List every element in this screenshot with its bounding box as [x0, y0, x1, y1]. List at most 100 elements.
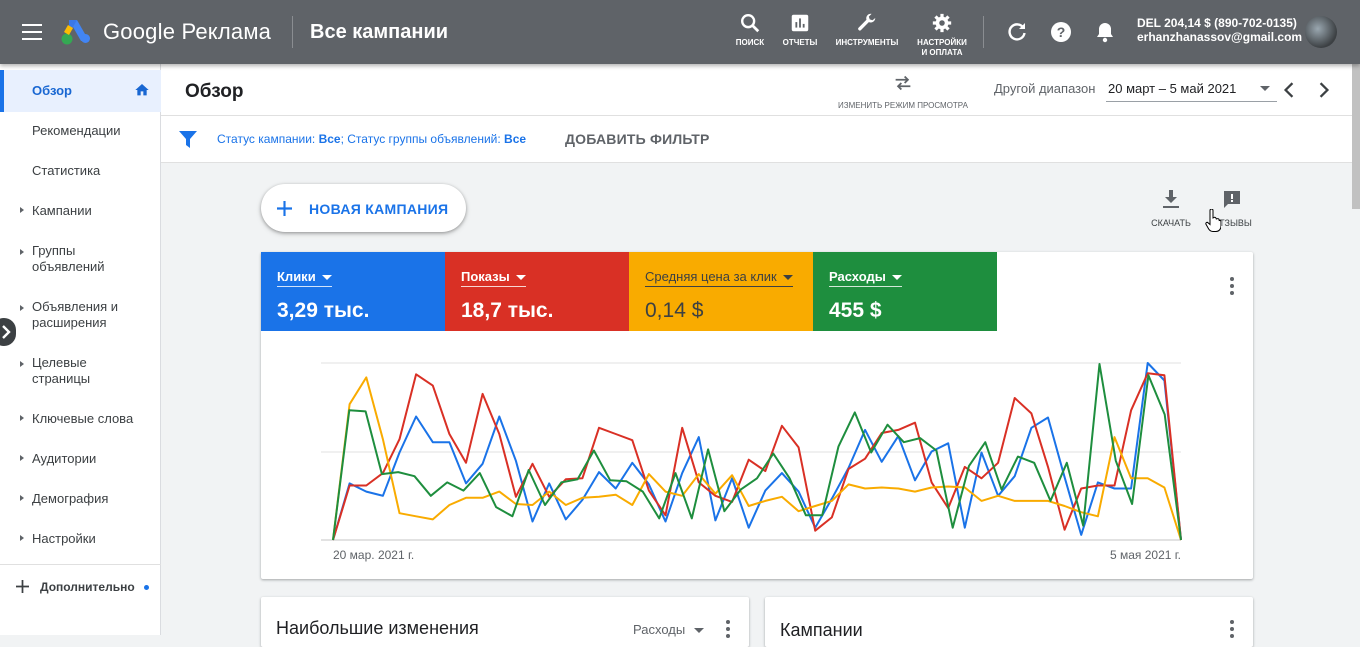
scrollbar[interactable]: [1352, 64, 1360, 635]
notifications-bell-icon[interactable]: [1093, 20, 1117, 44]
metric-tile-cost[interactable]: Расходы 455 $: [813, 252, 997, 331]
svg-text:?: ?: [1057, 24, 1066, 40]
wrench-icon: [858, 13, 876, 31]
search-label: ПОИСК: [735, 38, 765, 47]
chevron-right-icon: [2, 325, 11, 339]
sidebar-item-audiences[interactable]: Аудитории: [0, 451, 161, 467]
new-campaign-label: НОВАЯ КАМПАНИЯ: [309, 201, 449, 217]
series-line-2: [332, 376, 1182, 541]
filter-icon[interactable]: [179, 131, 197, 148]
metric-name[interactable]: Показы: [461, 269, 526, 287]
divider: [0, 564, 161, 565]
sidebar-item-label: Настройки: [32, 531, 96, 546]
x-axis-end-label: 5 мая 2021 г.: [1110, 548, 1181, 562]
search-button[interactable]: ПОИСК: [730, 12, 770, 48]
tools-button[interactable]: ИНСТРУМЕНТЫ: [833, 12, 901, 48]
help-icon[interactable]: ?: [1049, 20, 1073, 44]
sidebar-item-overview[interactable]: Обзор: [0, 70, 161, 112]
filter-label-adgroup-status: ; Статус группы объявлений:: [340, 132, 505, 146]
expand-arrow-icon: [20, 361, 24, 367]
settings-label-2: И ОПЛАТА: [921, 48, 963, 57]
download-button[interactable]: СКАЧАТЬ: [1149, 190, 1193, 228]
expand-arrow-icon: [20, 207, 24, 213]
campaigns-card: Кампании: [765, 597, 1253, 647]
active-indicator: [0, 70, 4, 112]
settings-label-1: НАСТРОЙКИ: [917, 38, 967, 47]
card-title: Кампании: [780, 620, 863, 640]
performance-line-chart: 20 мар. 2021 г. 5 мая 2021 г.: [321, 362, 1182, 562]
plus-icon: [16, 580, 29, 593]
sidebar-item-label: Дополнительно: [40, 580, 135, 594]
sidebar-item-label: Группы объявлений: [32, 243, 105, 274]
mouse-pointer-hand-icon: [1205, 209, 1221, 232]
account-email: erhanzhanassov@gmail.com: [1137, 30, 1303, 44]
overview-title: Обзор: [185, 81, 244, 102]
home-icon: [135, 84, 149, 96]
reports-icon: [791, 14, 809, 32]
filter-value: Все: [318, 132, 341, 146]
reports-button[interactable]: ОТЧЕТЫ: [780, 12, 820, 48]
metric-value: 455 $: [829, 299, 882, 322]
swap-view-icon: [895, 75, 911, 91]
divider: [292, 16, 293, 48]
account-info[interactable]: DEL 204,14 $ (890-702-0135) erhanzhanass…: [1137, 16, 1302, 44]
dropdown-arrow-icon: [321, 275, 332, 281]
metric-tile-impressions[interactable]: Показы 18,7 тыс.: [445, 252, 629, 331]
sidebar-item-landing-pages[interactable]: Целевые страницы: [0, 355, 161, 387]
metric-name[interactable]: Расходы: [829, 269, 902, 287]
avatar[interactable]: [1305, 16, 1337, 48]
menu-icon[interactable]: [22, 24, 42, 40]
sidebar-item-label: Обзор: [32, 83, 72, 98]
sidebar-item-settings[interactable]: Настройки: [0, 531, 161, 547]
metric-name[interactable]: Клики: [277, 269, 332, 287]
sidebar-item-ad-groups[interactable]: Группы объявлений: [0, 243, 161, 275]
sidebar-item-ads-extensions[interactable]: Объявления и расширения: [0, 299, 161, 331]
tools-label: ИНСТРУМЕНТЫ: [835, 38, 899, 47]
sidebar-item-statistics[interactable]: Статистика: [0, 163, 161, 179]
top-app-bar: Google Реклама Все кампании ПОИСК ОТЧЕТЫ…: [0, 0, 1360, 64]
active-filter[interactable]: Статус кампании: Все; Статус группы объя…: [217, 132, 526, 146]
metric-tile-avg-cpc[interactable]: Средняя цена за клик 0,14 $: [629, 252, 813, 331]
range-label: Другой диапазон: [994, 81, 1096, 96]
sidebar-item-keywords[interactable]: Ключевые слова: [0, 411, 161, 427]
change-view-mode-button[interactable]: ИЗМЕНИТЬ РЕЖИМ ПРОСМОТРА: [833, 74, 973, 110]
sidebar-nav: Обзор Рекомендации Статистика Кампании Г…: [0, 64, 161, 635]
page-title: Все кампании: [310, 21, 449, 43]
chevron-left-icon[interactable]: [1282, 82, 1296, 98]
expand-arrow-icon: [20, 305, 24, 311]
feedback-icon: [1224, 191, 1240, 208]
metric-tile-clicks[interactable]: Клики 3,29 тыс.: [261, 252, 445, 331]
scrollbar-thumb[interactable]: [1352, 64, 1360, 209]
metric-value: 18,7 тыс.: [461, 299, 554, 322]
metric-value: 0,14 $: [645, 299, 704, 322]
settings-billing-button[interactable]: НАСТРОЙКИ И ОПЛАТА: [912, 12, 972, 58]
sidebar-item-recommendations[interactable]: Рекомендации: [0, 123, 161, 139]
chevron-right-icon[interactable]: [1317, 82, 1331, 98]
expand-arrow-icon: [20, 249, 24, 255]
date-range-select[interactable]: 20 март – 5 май 2021: [1106, 76, 1277, 102]
add-filter-button[interactable]: ДОБАВИТЬ ФИЛЬТР: [565, 131, 710, 147]
more-options-icon[interactable]: [1230, 620, 1234, 641]
reports-label: ОТЧЕТЫ: [782, 38, 818, 47]
card-title: Наибольшие изменения: [276, 618, 479, 638]
x-axis-start-label: 20 мар. 2021 г.: [333, 548, 414, 562]
more-options-icon[interactable]: [1230, 277, 1234, 298]
plus-icon: [277, 201, 292, 216]
metric-name[interactable]: Средняя цена за клик: [645, 269, 793, 287]
sidebar-item-more[interactable]: Дополнительно: [0, 579, 161, 595]
google-ads-logo-icon[interactable]: [60, 17, 94, 45]
sidebar-item-demographics[interactable]: Демография: [0, 491, 161, 507]
biggest-changes-card: Наибольшие изменения Расходы: [261, 597, 749, 647]
series-line-1: [332, 372, 1182, 541]
sidebar-item-label: Рекомендации: [32, 123, 121, 138]
filter-bar: Статус кампании: Все; Статус группы объя…: [161, 116, 1352, 163]
new-campaign-button[interactable]: НОВАЯ КАМПАНИЯ: [261, 184, 466, 232]
sidebar-item-label: Аудитории: [32, 451, 97, 466]
sidebar-item-campaigns[interactable]: Кампании: [0, 203, 161, 219]
change-view-mode-label: ИЗМЕНИТЬ РЕЖИМ ПРОСМОТРА: [838, 101, 968, 110]
divider: [983, 16, 984, 48]
refresh-icon[interactable]: [1005, 20, 1029, 44]
more-options-icon[interactable]: [726, 620, 730, 641]
dropdown-arrow-icon: [891, 275, 902, 281]
expand-arrow-icon: [20, 535, 24, 541]
